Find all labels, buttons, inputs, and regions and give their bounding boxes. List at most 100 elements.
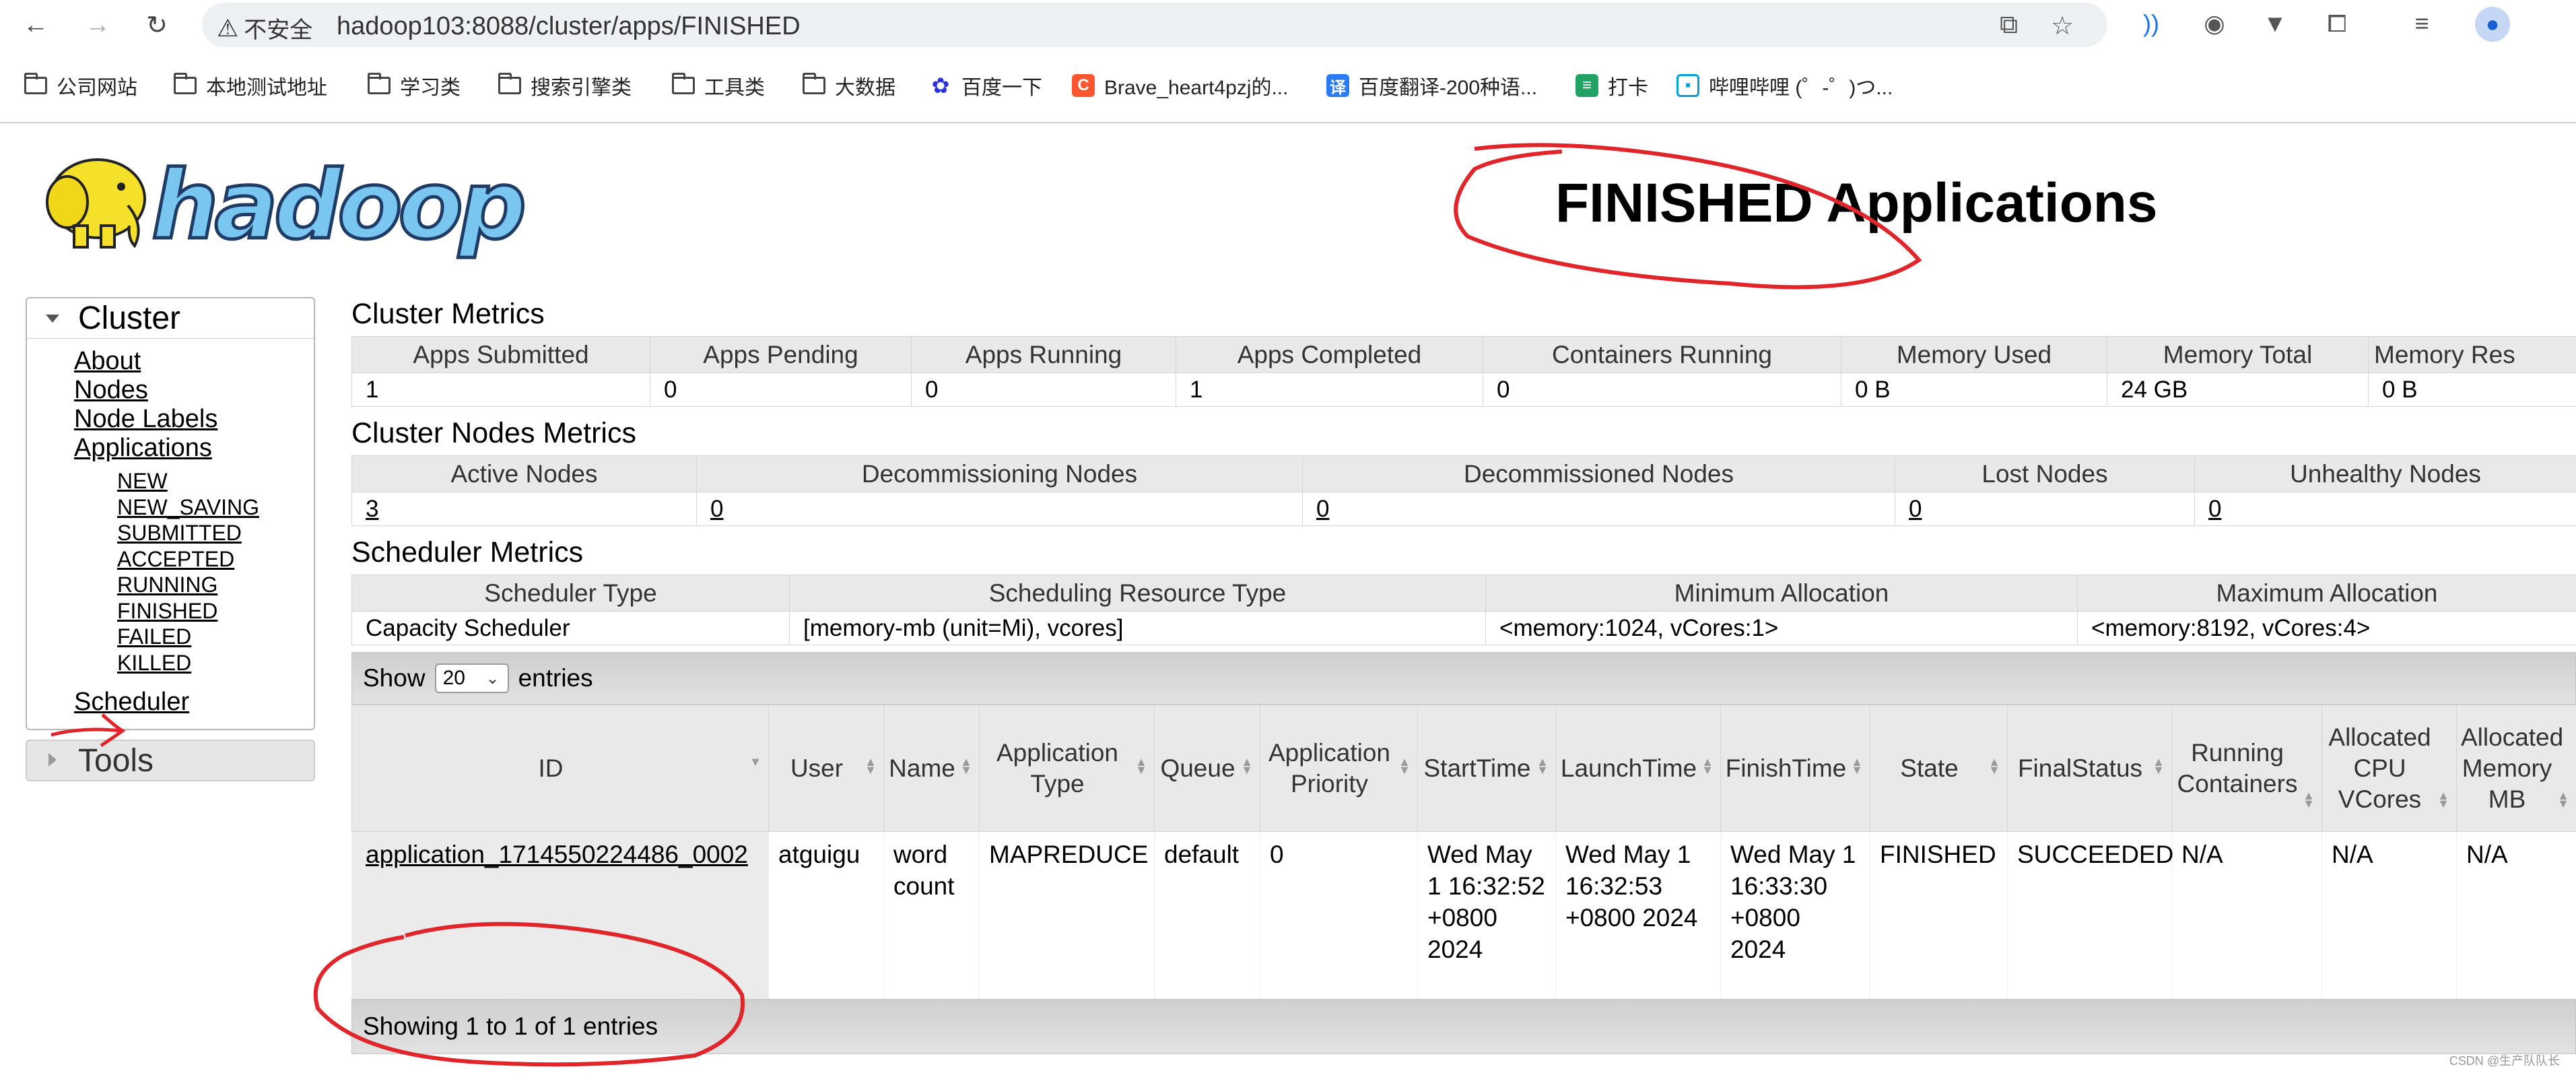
sort-icon: ▲ ▼ xyxy=(1241,755,1253,777)
bookmark-item[interactable]: 大数据 xyxy=(803,71,895,100)
extensions-puzzle-icon[interactable]: ⧠ xyxy=(2321,8,2352,39)
translate-icon: 译 xyxy=(1326,74,1349,97)
metric-value: [memory-mb (unit=Mi), vcores] xyxy=(789,611,1486,645)
sort-icon: ▲ ▼ xyxy=(2153,755,2165,777)
bookmark-item[interactable]: C Brave_heart4pzj的... xyxy=(1072,71,1288,100)
column-header-allocated-vcores[interactable]: Allocated CPU VCores ▲ ▼ xyxy=(2321,705,2457,832)
column-header-state[interactable]: State ▲ ▼ xyxy=(1870,705,2008,832)
cell-queue: default xyxy=(1154,831,1260,999)
metric-value: 0 xyxy=(911,372,1176,407)
bookmark-item[interactable]: ▪ 哔哩哔哩 (゜-゜)つ... xyxy=(1676,71,1893,100)
vue-extension-icon[interactable]: ▼ xyxy=(2260,8,2291,39)
nav-link-about[interactable]: About xyxy=(74,347,314,376)
back-arrow-icon[interactable]: ← xyxy=(19,8,53,42)
app-state-link-running[interactable]: RUNNING xyxy=(117,572,314,598)
tools-label: Tools xyxy=(78,742,154,779)
security-chip[interactable]: ⚠ 不安全 xyxy=(217,11,312,44)
column-header: Memory Used xyxy=(1841,336,2107,373)
sort-icon: ▲ ▼ xyxy=(960,755,972,777)
folder-icon xyxy=(368,73,391,94)
cell-allocated-vcores: N/A xyxy=(2321,831,2457,999)
hadoop-page: hadoop FINISHED Applications Cluster Abo… xyxy=(0,125,2576,1073)
column-header-launch-time[interactable]: LaunchTime ▲ ▼ xyxy=(1555,705,1721,832)
bookmark-item[interactable]: 工具类 xyxy=(672,71,765,100)
cell-running-containers: N/A xyxy=(2171,831,2322,999)
scheduler-metrics-title: Scheduler Metrics xyxy=(351,536,584,568)
bookmarks-bar: 公司网站 本地测试地址 学习类 搜索引擎类 工具类 大数据 ✿ 百度一下 C Bra… xyxy=(0,49,2576,123)
nav-link-applications[interactable]: Applications xyxy=(74,434,314,463)
column-header: Memory Total xyxy=(2107,336,2369,373)
entries-select[interactable]: 20 ⌄ xyxy=(434,663,509,693)
decommissioned-nodes-link[interactable]: 0 xyxy=(1316,496,1329,522)
cluster-label: Cluster xyxy=(78,300,181,336)
hadoop-logo: hadoop xyxy=(46,150,529,259)
app-state-link-accepted[interactable]: ACCEPTED xyxy=(117,546,314,573)
nav-link-node-labels[interactable]: Node Labels xyxy=(74,405,314,434)
bookmark-item[interactable]: ✿ 百度一下 xyxy=(929,71,1042,100)
bookmark-item[interactable]: 本地测试地址 xyxy=(174,71,327,100)
column-header: Decommissioning Nodes xyxy=(696,455,1303,492)
folder-icon xyxy=(672,73,695,94)
url-text[interactable]: hadoop103:8088/cluster/apps/FINISHED xyxy=(337,12,801,41)
column-header-start-time[interactable]: StartTime ▲ ▼ xyxy=(1417,705,1556,832)
address-bar[interactable]: ⚠ 不安全 hadoop103:8088/cluster/apps/FINISH… xyxy=(202,3,2107,47)
sort-icon: ▲ ▼ xyxy=(1701,755,1714,777)
unhealthy-nodes-link[interactable]: 0 xyxy=(2208,496,2221,522)
browser-toolbar: ← → ↻ ⚠ 不安全 hadoop103:8088/cluster/apps/… xyxy=(0,0,2576,49)
nav-link-scheduler[interactable]: Scheduler xyxy=(74,688,314,717)
scheduler-metrics-table: Scheduler Type Scheduling Resource Type … xyxy=(351,575,2576,645)
column-header-allocated-memory[interactable]: Allocated Memory MB ▲ ▼ xyxy=(2456,705,2576,832)
reload-icon[interactable]: ↻ xyxy=(140,8,174,42)
app-state-link-submitted[interactable]: SUBMITTED xyxy=(117,520,314,546)
cell-final-status: SUCCEEDED xyxy=(2007,831,2173,999)
bookmark-item[interactable]: 译百度翻译-200种语... xyxy=(1326,71,1537,100)
translate-page-icon[interactable]: ⧉ xyxy=(2000,11,2018,40)
bookmark-item[interactable]: 公司网站 xyxy=(24,71,137,100)
column-header-running-containers[interactable]: Running Containers ▲ ▼ xyxy=(2171,705,2322,832)
entries-label: entries xyxy=(518,664,593,692)
app-state-link-new-saving[interactable]: NEW_SAVING xyxy=(117,494,314,521)
hadoop-elephant-icon xyxy=(46,158,146,249)
column-header-finish-time[interactable]: FinishTime ▲ ▼ xyxy=(1720,705,1870,832)
tools-panel-header[interactable]: Tools xyxy=(26,740,315,781)
application-id-link[interactable]: application_1714550224486_0002 xyxy=(366,841,748,868)
security-label: 不安全 xyxy=(244,18,313,43)
bookmark-item[interactable]: ≡ 打卡 xyxy=(1575,71,1648,100)
triangle-down-icon xyxy=(46,315,59,323)
sort-icon: ▲ ▼ xyxy=(2437,789,2449,810)
csdn-icon: C xyxy=(1072,74,1095,97)
cluster-metrics-title: Cluster Metrics xyxy=(351,298,545,330)
bookmark-star-icon[interactable]: ☆ xyxy=(2051,11,2074,41)
read-aloud-icon[interactable]: )) xyxy=(2136,8,2167,39)
cookie-extension-icon[interactable]: ◉ xyxy=(2199,8,2230,39)
cell-type: MAPREDUCE xyxy=(979,831,1155,999)
column-header-final-status[interactable]: FinalStatus ▲ ▼ xyxy=(2007,705,2172,832)
nav-link-nodes[interactable]: Nodes xyxy=(74,376,314,405)
cell-finish-time: Wed May 1 16:33:30 +0800 2024 xyxy=(1720,831,1870,999)
column-header-id[interactable]: ID ▼ xyxy=(351,705,769,832)
cluster-panel-header[interactable]: Cluster xyxy=(27,298,314,339)
column-header-priority[interactable]: Application Priority ▲ ▼ xyxy=(1260,705,1418,832)
sort-icon: ▲ ▼ xyxy=(1988,755,2000,777)
bookmark-item[interactable]: 学习类 xyxy=(368,71,461,100)
lost-nodes-link[interactable]: 0 xyxy=(1909,496,1922,522)
column-header-queue[interactable]: Queue ▲ ▼ xyxy=(1154,705,1260,832)
app-state-link-new[interactable]: NEW xyxy=(117,468,314,494)
column-header: Lost Nodes xyxy=(1895,455,2195,492)
column-header-user[interactable]: User ▲ ▼ xyxy=(768,705,884,832)
column-header-name[interactable]: Name ▲ ▼ xyxy=(883,705,980,832)
app-state-link-finished[interactable]: FINISHED xyxy=(117,598,314,624)
media-control-icon[interactable]: ≡ xyxy=(2406,8,2437,39)
sheet-icon: ≡ xyxy=(1575,74,1598,97)
profile-avatar-icon[interactable]: ● xyxy=(2475,7,2510,42)
decommissioning-nodes-link[interactable]: 0 xyxy=(710,496,723,522)
forward-arrow-icon[interactable]: → xyxy=(81,8,114,42)
folder-icon xyxy=(803,73,825,94)
app-state-link-failed[interactable]: FAILED xyxy=(117,624,314,650)
column-header-application-type[interactable]: Application Type ▲ ▼ xyxy=(979,705,1155,832)
app-state-link-killed[interactable]: KILLED xyxy=(117,650,314,676)
sort-icon: ▲ ▼ xyxy=(1536,755,1549,777)
active-nodes-link[interactable]: 3 xyxy=(366,496,378,522)
bookmark-item[interactable]: 搜索引擎类 xyxy=(498,71,632,100)
sort-desc-icon: ▼ xyxy=(749,755,761,769)
